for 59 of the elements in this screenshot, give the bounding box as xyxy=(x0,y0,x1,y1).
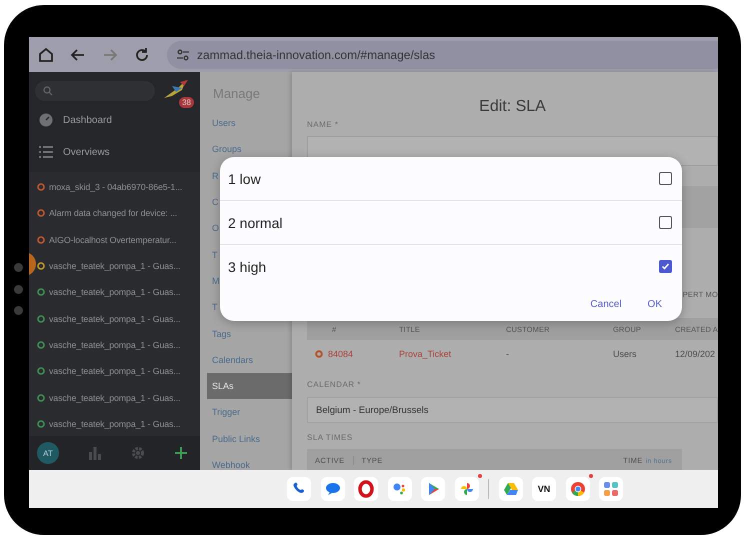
checkbox[interactable] xyxy=(659,172,672,185)
pinwheel-icon[interactable] xyxy=(454,477,478,501)
ticket-item[interactable]: vasche_teatek_pompa_1 - Guas... xyxy=(37,384,200,411)
ticket-item[interactable]: AIGO-localhost Overtemperatur... xyxy=(37,226,200,253)
address-bar[interactable]: zammad.theia-innovation.com/#manage/slas xyxy=(167,40,718,68)
ring-icon[interactable] xyxy=(354,477,378,501)
option-row[interactable]: 3 high xyxy=(220,245,682,288)
ticket-item[interactable]: vasche_teatek_pompa_1 - Guas... xyxy=(37,279,200,306)
reload-icon[interactable] xyxy=(133,46,151,64)
table-cell: 12/09/202 xyxy=(675,349,716,359)
play-icon[interactable] xyxy=(421,477,445,501)
menu-item[interactable]: Calendars xyxy=(207,346,292,373)
field-label: CALENDAR * xyxy=(307,380,362,390)
user-avatar[interactable]: AT xyxy=(37,442,59,464)
ticket-item[interactable]: Alarm data changed for device: ... xyxy=(37,200,200,227)
ticket-item[interactable]: vasche_teatek_pompa_1 - Guas... xyxy=(37,332,200,358)
section-label: SLA TIMES xyxy=(307,433,354,443)
colored-dots-icon[interactable] xyxy=(388,477,412,501)
app-icon[interactable]: VN xyxy=(532,477,556,501)
ticket-item[interactable]: vasche_teatek_pompa_1 - Guas... xyxy=(37,252,200,280)
status-ring-icon xyxy=(315,350,323,358)
ticket-item[interactable]: vasche_teatek_pompa_1 - Guas... xyxy=(37,305,200,332)
phone-icon[interactable] xyxy=(287,477,311,501)
checkmark-icon xyxy=(661,262,670,271)
option-row[interactable]: 1 low xyxy=(220,157,682,201)
chat-bubble-icon[interactable] xyxy=(320,477,344,501)
nav-item[interactable]: Overviews xyxy=(35,136,194,168)
checkbox[interactable] xyxy=(659,216,672,229)
list-icon xyxy=(39,146,53,158)
chrome-icon[interactable] xyxy=(566,477,590,501)
table-cell: - xyxy=(506,349,509,359)
ticket-title-link[interactable]: Prova_Ticket xyxy=(399,349,452,359)
table-cell: Users xyxy=(613,349,637,359)
menu-item[interactable]: SLAs xyxy=(207,372,292,400)
ticket-item[interactable]: vasche_teatek_pompa_1 - Guas... xyxy=(37,410,200,436)
gauge-icon xyxy=(39,113,53,127)
field-label: NAME * xyxy=(307,120,340,130)
search-field[interactable] xyxy=(35,81,155,101)
tune-icon[interactable] xyxy=(177,48,189,60)
calendar-select[interactable]: Belgium - Europe/Brussels xyxy=(307,397,718,423)
menu-item[interactable]: Webhook xyxy=(207,452,292,470)
dialog-button[interactable]: Cancel xyxy=(584,295,628,314)
ticket-item[interactable]: moxa_skid_3 - 04ab6970-86e5-1... xyxy=(37,174,200,200)
page-title: Edit: SLA xyxy=(478,98,547,117)
plus-icon[interactable] xyxy=(174,446,188,460)
apps-grid-icon[interactable] xyxy=(599,477,623,501)
search-icon xyxy=(43,86,53,96)
menu-item[interactable]: Public Links xyxy=(207,426,292,452)
menu-item[interactable]: Tags xyxy=(207,320,292,347)
home-icon[interactable] xyxy=(37,46,55,64)
ticket-number-link[interactable]: 84084 xyxy=(328,349,354,359)
option-row[interactable]: 2 normal xyxy=(220,201,682,245)
menu-item[interactable]: Trigger xyxy=(207,399,292,426)
ticket-item[interactable]: vasche_teatek_pompa_1 - Guas... xyxy=(37,358,200,384)
menu-item[interactable]: Users xyxy=(207,110,292,136)
checkbox[interactable] xyxy=(659,260,672,273)
dialog-button[interactable]: OK xyxy=(642,295,668,314)
url-text: zammad.theia-innovation.com/#manage/slas xyxy=(197,48,436,62)
notification-badge: 38 xyxy=(179,97,194,108)
